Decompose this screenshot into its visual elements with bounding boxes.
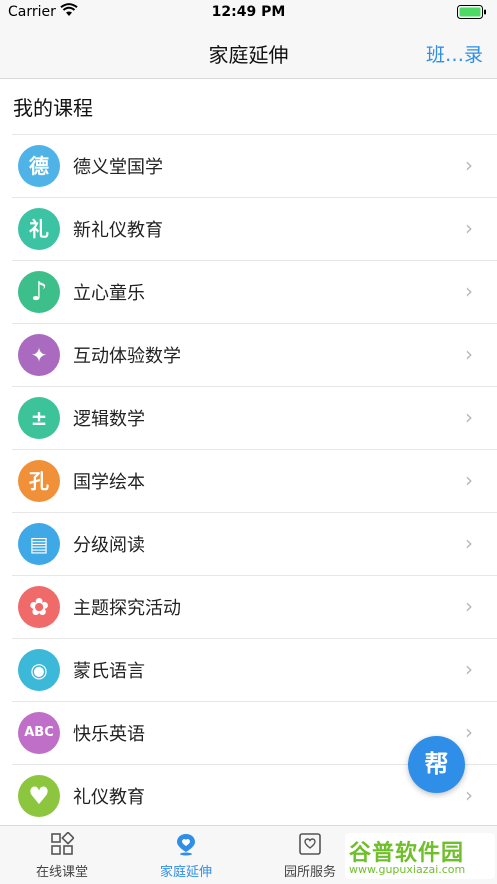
li-calligraphy-icon: 礼 xyxy=(18,208,60,250)
course-label: 礼仪教育 xyxy=(73,787,145,808)
tab-family-extension[interactable]: 家庭延伸 xyxy=(124,826,248,884)
course-label: 蒙氏语言 xyxy=(73,661,145,682)
music-note-icon: ♪ xyxy=(18,271,60,313)
chevron-right-icon: › xyxy=(465,468,473,492)
watermark-logo: 谷普软件园 www.gupuxiazai.com xyxy=(345,833,495,879)
course-item-interactive-math[interactable]: ✦ 互动体验数学 › xyxy=(12,324,497,387)
page-title: 家庭延伸 xyxy=(208,43,289,67)
tab-online-class[interactable]: 在线课堂 xyxy=(0,826,124,884)
arithmetic-icon: ± xyxy=(18,397,60,439)
course-item-theme-inquiry[interactable]: ✿ 主题探究活动 › xyxy=(12,576,497,639)
course-label: 主题探究活动 xyxy=(73,598,181,619)
course-item-guoxue-picture-book[interactable]: 孔 国学绘本 › xyxy=(12,450,497,513)
course-label: 逻辑数学 xyxy=(73,409,145,430)
course-label: 互动体验数学 xyxy=(73,346,181,367)
chevron-right-icon: › xyxy=(465,531,473,555)
course-item-montessori-language[interactable]: ◉ 蒙氏语言 › xyxy=(12,639,497,702)
handshake-heart-icon: ♥ xyxy=(18,775,60,817)
chevron-right-icon: › xyxy=(465,342,473,366)
watermark-url: www.gupuxiazai.com xyxy=(349,863,466,876)
help-button[interactable]: 帮 xyxy=(408,736,465,793)
course-label: 快乐英语 xyxy=(73,724,145,745)
de-calligraphy-icon: 德 xyxy=(18,145,60,187)
heart-location-icon xyxy=(174,832,198,856)
chevron-right-icon: › xyxy=(465,279,473,303)
course-label: 分级阅读 xyxy=(73,535,145,556)
heart-bookmark-icon xyxy=(298,832,322,856)
math-figure-icon: ✦ xyxy=(18,334,60,376)
tab-label: 家庭延伸 xyxy=(159,865,212,880)
tab-label: 在线课堂 xyxy=(35,865,88,880)
course-item-deyitang[interactable]: 德 德义堂国学 › xyxy=(12,135,497,198)
abc-icon: ABC xyxy=(18,712,60,754)
battery-icon xyxy=(457,5,487,19)
course-item-logic-math[interactable]: ± 逻辑数学 › xyxy=(12,387,497,450)
chevron-right-icon: › xyxy=(465,594,473,618)
course-item-new-etiquette[interactable]: 礼 新礼仪教育 › xyxy=(12,198,497,261)
course-label: 立心童乐 xyxy=(73,283,145,304)
course-item-graded-reading[interactable]: ▤ 分级阅读 › xyxy=(12,513,497,576)
course-item-lixin-music[interactable]: ♪ 立心童乐 › xyxy=(12,261,497,324)
course-list: 德 德义堂国学 › 礼 新礼仪教育 › ♪ 立心童乐 › ✦ 互动体验数学 › … xyxy=(12,134,497,828)
class-record-button[interactable]: 班…录 xyxy=(426,40,483,67)
flower-icon: ✿ xyxy=(18,586,60,628)
status-bar: Carrier 12:49 PM xyxy=(0,0,497,26)
grid-icon xyxy=(50,831,75,856)
course-label: 德义堂国学 xyxy=(73,157,163,178)
chevron-right-icon: › xyxy=(465,720,473,744)
chevron-right-icon: › xyxy=(465,216,473,240)
course-label: 国学绘本 xyxy=(73,472,145,493)
picture-book-icon: 孔 xyxy=(18,460,60,502)
navigation-bar: 家庭延伸 班…录 xyxy=(0,26,497,79)
chevron-right-icon: › xyxy=(465,405,473,429)
course-label: 新礼仪教育 xyxy=(73,220,163,241)
chevron-right-icon: › xyxy=(465,657,473,681)
speech-mouth-icon: ◉ xyxy=(18,649,60,691)
status-time: 12:49 PM xyxy=(211,4,286,20)
chevron-right-icon: › xyxy=(465,783,473,807)
chevron-right-icon: › xyxy=(465,153,473,177)
my-courses-heading: 我的课程 xyxy=(13,96,93,120)
open-book-icon: ▤ xyxy=(18,523,60,565)
